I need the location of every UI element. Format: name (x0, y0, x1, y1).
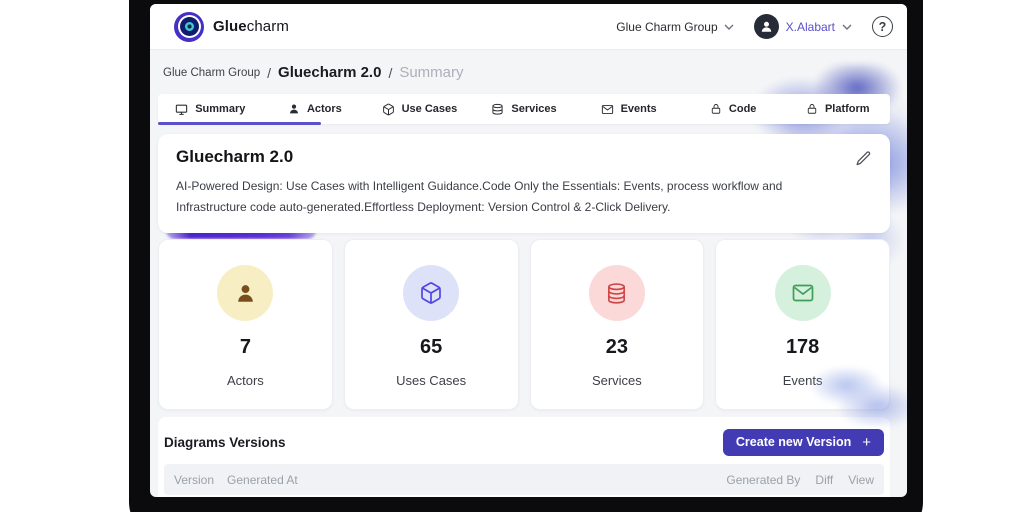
user-name: X.Alabart (785, 19, 835, 34)
stat-label: Uses Cases (396, 373, 467, 389)
app-window: Gluecharm Glue Charm Group X.Alabart ? G… (150, 4, 907, 497)
active-tab-indicator (158, 122, 321, 125)
pencil-icon (856, 151, 871, 166)
tab-services[interactable]: Services (472, 94, 577, 124)
breadcrumb-separator: / (388, 64, 393, 81)
breadcrumb-org[interactable]: Glue Charm Group (163, 67, 260, 79)
envelope-icon (601, 103, 614, 116)
user-dropdown[interactable]: X.Alabart (753, 14, 852, 39)
versions-heading: Diagrams Versions (164, 434, 286, 450)
stat-card-actors: 7 Actors (158, 239, 333, 411)
stat-value: 23 (605, 336, 628, 359)
stat-card-services: 23 Services (529, 239, 705, 411)
breadcrumb: Glue Charm Group / Gluecharm 2.0 / Summa… (163, 64, 890, 81)
column-generated-at[interactable]: Generated At (227, 473, 298, 487)
tab-use-cases[interactable]: Use Cases (367, 94, 472, 124)
monitor-icon (175, 103, 188, 116)
tab-platform[interactable]: Platform (785, 94, 890, 124)
stat-label: Events (782, 373, 823, 389)
stats-row: 7 Actors 65 Uses Cases 23 Services 178 E… (158, 239, 890, 411)
column-diff[interactable]: Diff (815, 473, 833, 487)
column-view[interactable]: View (848, 473, 874, 487)
envelope-icon (774, 265, 831, 322)
versions-header: Diagrams Versions Create new Version + (164, 425, 884, 459)
tab-code[interactable]: Code (681, 94, 786, 124)
gluecharm-logo-icon (174, 11, 204, 42)
project-title: Gluecharm 2.0 (176, 147, 294, 166)
edit-button[interactable] (855, 150, 872, 167)
tab-summary[interactable]: Summary (158, 94, 263, 124)
column-generated-by[interactable]: Generated By (726, 473, 800, 487)
cube-icon (403, 265, 460, 322)
lock-icon (710, 103, 722, 115)
tab-actors[interactable]: Actors (263, 94, 368, 124)
tab-bar: Summary Actors Use Cases Services Events… (158, 94, 890, 125)
brand-name: Gluecharm (213, 18, 289, 35)
breadcrumb-current: Summary (399, 64, 464, 81)
versions-table-header: Version Generated At Generated By Diff V… (164, 464, 884, 496)
versions-panel: Diagrams Versions Create new Version + V… (158, 417, 890, 497)
stat-label: Actors (226, 373, 264, 389)
stat-card-use-cases: 65 Uses Cases (343, 239, 519, 411)
stat-label: Services (591, 373, 642, 389)
tab-events[interactable]: Events (576, 94, 681, 124)
stat-value: 65 (420, 336, 443, 359)
column-version[interactable]: Version (174, 473, 214, 487)
person-icon (217, 265, 274, 322)
database-icon (588, 265, 645, 322)
page-body: Glue Charm Group / Gluecharm 2.0 / Summa… (150, 64, 907, 497)
project-description: AI-Powered Design: Use Cases with Intell… (176, 179, 783, 214)
plus-icon: + (862, 433, 871, 451)
avatar (753, 14, 779, 39)
page-background: Gluecharm Glue Charm Group X.Alabart ? G… (0, 0, 1024, 512)
project-summary-card: Gluecharm 2.0 AI-Powered Design: Use Cas… (158, 134, 890, 234)
person-icon (761, 21, 771, 32)
chevron-down-icon (724, 24, 734, 30)
org-dropdown[interactable]: Glue Charm Group (616, 19, 734, 34)
stat-card-events: 178 Events (715, 239, 890, 411)
top-bar: Gluecharm Glue Charm Group X.Alabart ? (150, 4, 907, 50)
stat-value: 178 (785, 336, 820, 359)
lock-icon (806, 103, 818, 115)
breadcrumb-project[interactable]: Gluecharm 2.0 (278, 64, 381, 81)
device-frame: Gluecharm Glue Charm Group X.Alabart ? G… (129, 0, 923, 512)
brand-home-link[interactable]: Gluecharm (174, 11, 289, 42)
person-icon (288, 103, 300, 115)
help-button[interactable]: ? (872, 16, 893, 37)
cube-icon (382, 103, 395, 116)
create-version-button[interactable]: Create new Version + (722, 428, 884, 456)
top-bar-actions: Glue Charm Group X.Alabart ? (616, 14, 893, 39)
org-label: Glue Charm Group (616, 19, 718, 34)
database-icon (491, 103, 504, 116)
chevron-down-icon (842, 24, 852, 30)
breadcrumb-separator: / (267, 64, 272, 81)
stat-value: 7 (239, 336, 251, 359)
